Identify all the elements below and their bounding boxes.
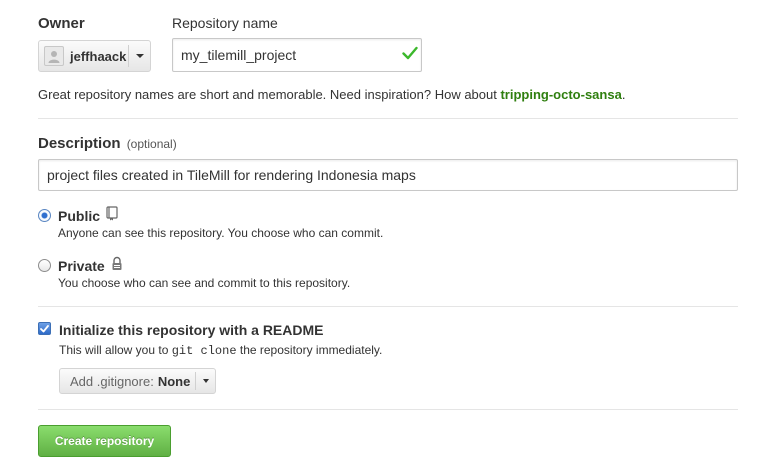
private-radio[interactable] [38, 259, 51, 272]
readme-desc-before: This will allow you to [59, 343, 172, 357]
divider [38, 118, 738, 119]
owner-dropdown[interactable]: jeffhaack [38, 40, 151, 72]
readme-checkbox[interactable] [38, 322, 51, 335]
create-repository-button[interactable]: Create repository [38, 425, 171, 457]
public-label: Public [58, 208, 101, 224]
public-description: Anyone can see this repository. You choo… [58, 226, 384, 240]
gitignore-dropdown[interactable]: Add .gitignore: None [59, 368, 216, 394]
readme-desc-code: git clone [171, 344, 237, 358]
repository-name-input[interactable] [172, 38, 422, 72]
private-label: Private [58, 258, 105, 274]
gitignore-label: Add .gitignore: [70, 373, 154, 389]
description-label: Description (optional) [38, 135, 177, 152]
hint-end: . [621, 87, 626, 102]
dropdown-divider [195, 372, 196, 390]
divider [38, 306, 738, 307]
hint-text: Great repository names are short and mem… [38, 87, 501, 102]
readme-description: This will allow you to git clone the rep… [59, 343, 382, 358]
suggested-name-link[interactable]: tripping-octo-sansa [500, 87, 621, 102]
name-suggestion-hint: Great repository names are short and mem… [38, 87, 625, 102]
private-option[interactable]: Private [58, 256, 123, 276]
gitignore-value: None [157, 373, 191, 389]
readme-label[interactable]: Initialize this repository with a README [59, 322, 323, 338]
public-option[interactable]: Public [58, 206, 118, 226]
optional-note: (optional) [126, 137, 177, 151]
divider [38, 409, 738, 410]
chevron-down-icon [203, 379, 209, 383]
private-description: You choose who can see and commit to thi… [58, 276, 351, 290]
repo-book-icon [106, 206, 118, 226]
checkbox-check-icon [40, 324, 49, 332]
public-radio[interactable] [38, 209, 51, 222]
readme-desc-after: the repository immediately. [236, 343, 383, 357]
lock-icon [111, 256, 123, 276]
description-input[interactable] [38, 159, 738, 191]
description-label-text: Description [38, 135, 121, 152]
checkmark-icon [402, 46, 418, 65]
dropdown-divider [128, 45, 129, 67]
repository-name-label: Repository name [172, 15, 278, 31]
owner-label: Owner [38, 15, 85, 32]
user-avatar-icon [44, 46, 64, 66]
chevron-down-icon [136, 54, 144, 58]
owner-name: jeffhaack [70, 48, 127, 64]
